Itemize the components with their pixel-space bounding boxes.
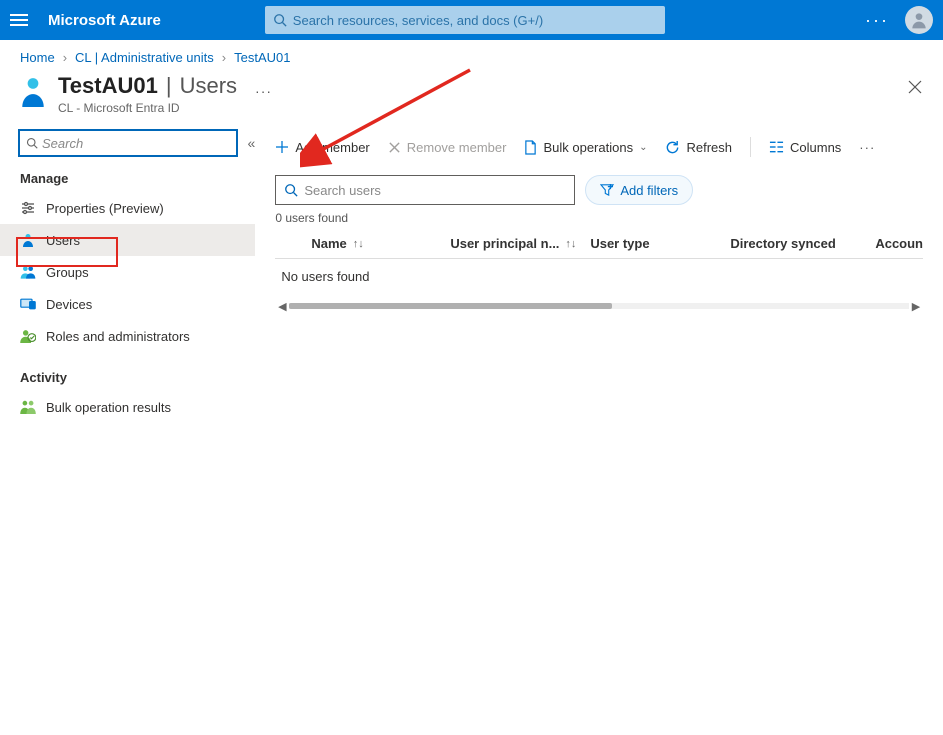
account-avatar[interactable] (905, 6, 933, 34)
document-icon (524, 140, 537, 155)
user-icon (20, 232, 36, 248)
tool-label: Refresh (686, 140, 732, 155)
breadcrumb-current[interactable]: TestAU01 (234, 50, 290, 65)
sidebar-item-roles[interactable]: Roles and administrators (0, 320, 255, 352)
tool-label: Columns (790, 140, 841, 155)
breadcrumb: Home › CL | Administrative units › TestA… (0, 40, 943, 73)
chevron-right-icon: › (63, 50, 67, 65)
user-entity-icon (20, 77, 46, 107)
scroll-right-arrow[interactable]: ▶ (909, 300, 923, 313)
bulk-results-icon (20, 399, 36, 415)
scroll-thumb[interactable] (289, 303, 611, 309)
column-usertype[interactable]: User type (590, 236, 730, 251)
remove-member-button: Remove member (388, 140, 507, 155)
chevron-down-icon: ⌄ (639, 142, 647, 153)
filter-icon (600, 184, 614, 196)
tool-label: Bulk operations (543, 140, 633, 155)
add-member-button[interactable]: Add member (275, 140, 369, 155)
sidebar-item-label: Devices (46, 297, 92, 312)
results-count: 0 users found (275, 211, 923, 225)
sidebar-item-bulk-results[interactable]: Bulk operation results (0, 391, 255, 423)
column-dirsynced[interactable]: Directory synced (730, 236, 875, 251)
columns-button[interactable]: Columns (769, 140, 841, 155)
add-filters-button[interactable]: Add filters (585, 175, 693, 205)
collapse-sidebar-button[interactable]: « (248, 135, 256, 151)
roles-icon (20, 328, 36, 344)
empty-state: No users found (275, 259, 923, 294)
devices-icon (20, 296, 36, 312)
sidebar-item-users[interactable]: Users (0, 224, 255, 256)
toolbar-divider (750, 137, 751, 157)
global-search[interactable] (265, 6, 665, 34)
refresh-button[interactable]: Refresh (665, 140, 732, 155)
sort-icon: ↑↓ (565, 238, 576, 250)
sidebar-item-devices[interactable]: Devices (0, 288, 255, 320)
main-panel: Add member Remove member Bulk operations… (255, 125, 943, 735)
sidebar-item-label: Properties (Preview) (46, 201, 164, 216)
scroll-track[interactable] (289, 303, 909, 309)
page-title-suffix: Users (180, 73, 237, 99)
sidebar-item-label: Groups (46, 265, 89, 280)
refresh-icon (665, 140, 680, 155)
search-icon (273, 13, 287, 27)
close-blade-button[interactable] (907, 79, 923, 98)
column-label: User principal n... (450, 236, 559, 251)
topbar-more-button[interactable]: ··· (865, 10, 889, 31)
tool-label: Remove member (407, 140, 507, 155)
sidebar-item-label: Roles and administrators (46, 329, 190, 344)
menu-toggle-button[interactable] (10, 14, 28, 26)
azure-top-bar: Microsoft Azure ··· (0, 0, 943, 40)
column-label: User type (590, 236, 649, 251)
sidebar-section-manage: Manage (20, 171, 255, 186)
group-icon (20, 264, 36, 280)
bulk-operations-button[interactable]: Bulk operations ⌄ (524, 140, 647, 155)
search-users-field[interactable] (275, 175, 575, 205)
column-label: Accoun (875, 236, 923, 251)
settings-icon (20, 200, 36, 216)
sort-icon: ↑↓ (353, 238, 364, 250)
tool-label: Add member (295, 140, 369, 155)
plus-icon (275, 140, 289, 154)
person-icon (909, 10, 929, 30)
sidebar: « Manage Properties (Preview) Users Grou… (0, 125, 255, 735)
column-name[interactable]: Name ↑↓ (275, 236, 450, 251)
sidebar-item-properties[interactable]: Properties (Preview) (0, 192, 255, 224)
horizontal-scrollbar[interactable]: ◀ ▶ (275, 298, 923, 314)
command-bar: Add member Remove member Bulk operations… (275, 129, 923, 165)
search-users-input[interactable] (304, 183, 566, 198)
search-icon (26, 137, 38, 149)
title-separator: | (166, 73, 172, 99)
table-header: Name ↑↓ User principal n... ↑↓ User type… (275, 229, 923, 259)
column-upn[interactable]: User principal n... ↑↓ (450, 236, 590, 251)
add-filters-label: Add filters (620, 183, 678, 198)
x-icon (388, 141, 401, 154)
sidebar-item-label: Bulk operation results (46, 400, 171, 415)
sidebar-search-input[interactable] (42, 136, 230, 151)
column-account[interactable]: Accoun (875, 236, 923, 251)
sidebar-section-activity: Activity (20, 370, 255, 385)
chevron-right-icon: › (222, 50, 226, 65)
header-more-button[interactable]: ··· (255, 83, 272, 99)
page-subtitle: CL - Microsoft Entra ID (58, 101, 237, 115)
page-header: TestAU01 | Users CL - Microsoft Entra ID… (0, 73, 943, 125)
sidebar-item-label: Users (46, 233, 80, 248)
azure-brand[interactable]: Microsoft Azure (48, 12, 161, 29)
global-search-input[interactable] (293, 13, 657, 28)
breadcrumb-home[interactable]: Home (20, 50, 55, 65)
breadcrumb-admin-units[interactable]: CL | Administrative units (75, 50, 214, 65)
sidebar-search[interactable] (18, 129, 238, 157)
column-label: Name (311, 236, 346, 251)
page-title: TestAU01 (58, 73, 158, 99)
close-icon (907, 79, 923, 95)
columns-icon (769, 141, 784, 153)
sidebar-item-groups[interactable]: Groups (0, 256, 255, 288)
search-icon (284, 183, 298, 197)
column-label: Directory synced (730, 236, 836, 251)
toolbar-more-button[interactable]: ··· (859, 140, 875, 155)
scroll-left-arrow[interactable]: ◀ (275, 300, 289, 313)
